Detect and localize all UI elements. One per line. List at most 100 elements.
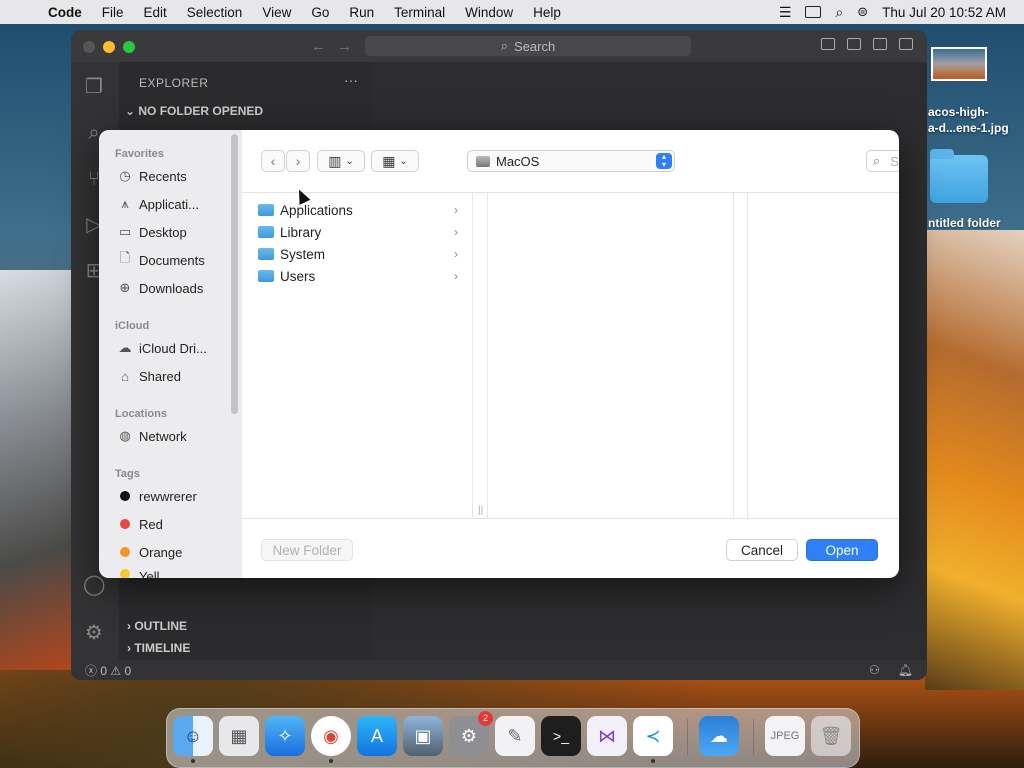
window-minimize-button[interactable]	[103, 41, 115, 53]
toggle-secondary-sidebar-icon[interactable]	[873, 38, 887, 50]
folder-label: Library	[280, 224, 322, 240]
folder-row-users[interactable]: Users ›	[258, 265, 458, 287]
sidebar-tag-orange[interactable]: Orange	[117, 541, 229, 563]
desktop-folder-label[interactable]: ntitled folder	[928, 216, 1001, 230]
folder-row-library[interactable]: Library ›	[258, 221, 458, 243]
menu-app-name[interactable]: Code	[38, 5, 92, 20]
search-icon: ⌕	[500, 38, 509, 53]
toggle-panel-icon[interactable]	[847, 38, 861, 50]
warning-icon: ⚠	[110, 663, 122, 678]
folder-row-applications[interactable]: Applications ›	[258, 199, 458, 221]
preview-icon[interactable]: ▣	[403, 716, 443, 756]
chevron-down-icon: ⌄	[345, 155, 354, 167]
chevron-right-icon: ›	[454, 247, 458, 261]
sidebar-item-label: Yell...	[139, 569, 171, 578]
menu-terminal[interactable]: Terminal	[384, 5, 455, 20]
no-folder-section[interactable]: ⌄ NO FOLDER OPENED	[125, 104, 263, 118]
menubar-clock[interactable]: Thu Jul 20 10:52 AM	[882, 5, 1006, 20]
sidebar-toggle-icon[interactable]: ☰	[779, 4, 792, 21]
menu-window[interactable]: Window	[455, 5, 523, 20]
visual-studio-icon[interactable]: ⋈	[587, 716, 627, 756]
running-indicator	[651, 759, 655, 763]
safari-icon[interactable]: ✧	[265, 716, 305, 756]
weather-icon[interactable]: ☁︎	[699, 716, 739, 756]
explorer-more-icon[interactable]: ···	[344, 72, 358, 88]
sidebar-item-applications[interactable]: ⩚ Applicati...	[117, 193, 229, 215]
sidebar-item-icloud-drive[interactable]: ☁︎ iCloud Dri...	[117, 337, 229, 359]
menu-go[interactable]: Go	[301, 5, 339, 20]
jpeg-document-icon[interactable]: JPEG	[765, 716, 805, 756]
system-settings-icon[interactable]: ⚙ 2	[449, 711, 493, 756]
location-label: MacOS	[496, 153, 540, 169]
dialog-search-input[interactable]	[888, 152, 899, 170]
outline-section[interactable]: › OUTLINE	[127, 619, 187, 633]
chevron-left-icon: ‹	[270, 153, 276, 169]
folder-label: System	[280, 246, 326, 262]
location-popup[interactable]: MacOS ▴ ▾	[467, 150, 675, 172]
menu-run[interactable]: Run	[339, 5, 384, 20]
trash-icon[interactable]: 🗑︎	[811, 716, 851, 756]
toggle-primary-sidebar-icon[interactable]	[821, 38, 835, 50]
spotlight-search-icon[interactable]: ⌕	[835, 4, 843, 21]
folder-icon	[258, 226, 274, 238]
cancel-button[interactable]: Cancel	[726, 539, 798, 561]
app-store-icon[interactable]: A	[357, 716, 397, 756]
vscode-dock-icon[interactable]: ≺	[633, 716, 673, 756]
sidebar-tag-red[interactable]: Red	[117, 513, 229, 535]
sidebar-tag-yellow[interactable]: Yell...	[117, 569, 229, 578]
desktop-image-file-label[interactable]: acos-high- a-d...ene-1.jpg	[928, 104, 1009, 136]
account-status-icon[interactable]: ⚇	[869, 663, 880, 677]
dock-separator	[753, 719, 754, 755]
terminal-icon[interactable]: >_	[541, 716, 581, 756]
window-zoom-button[interactable]	[123, 41, 135, 53]
status-bar: ⓧ 0 ⚠ 0 ⚇ 🔔︎	[71, 660, 927, 680]
desktop-image-file-icon[interactable]	[931, 47, 987, 81]
new-folder-button[interactable]: New Folder	[261, 539, 353, 561]
chrome-icon[interactable]: ◉	[311, 716, 351, 756]
nav-back-button[interactable]: ‹	[261, 150, 285, 172]
sidebar-item-documents[interactable]: 🗋︎ Documents	[117, 249, 229, 271]
launchpad-icon[interactable]: ▦	[219, 716, 259, 756]
folder-icon	[258, 204, 274, 216]
customize-layout-icon[interactable]	[899, 38, 913, 50]
sidebar-item-label: Orange	[139, 544, 183, 560]
finder-icon[interactable]: ☺	[173, 716, 213, 756]
menu-file[interactable]: File	[92, 5, 134, 20]
manage-gear-icon[interactable]: ⚙	[83, 622, 105, 644]
open-button[interactable]: Open	[806, 539, 878, 561]
control-center-icon[interactable]: ⊜	[857, 4, 868, 20]
screen-mirroring-icon[interactable]	[805, 6, 822, 18]
desktop-icon: ▭	[118, 224, 132, 239]
menu-help[interactable]: Help	[523, 5, 571, 20]
column-resize-handle-icon[interactable]: ||	[478, 505, 483, 516]
forward-arrow-icon[interactable]: →	[337, 38, 352, 55]
timeline-section[interactable]: › TIMELINE	[127, 641, 190, 655]
back-arrow-icon[interactable]: ←	[311, 38, 326, 55]
nav-forward-button[interactable]: ›	[286, 150, 310, 172]
warning-count: 0	[124, 663, 132, 678]
command-center-search[interactable]: ⌕ Search	[365, 36, 691, 56]
textedit-icon[interactable]: ✎	[495, 716, 535, 756]
sidebar-item-desktop[interactable]: ▭ Desktop	[117, 221, 229, 243]
sidebar-tag-rewwrerer[interactable]: rewwrerer	[117, 485, 229, 507]
sidebar-item-network[interactable]: ◍ Network	[117, 425, 229, 447]
problems-status[interactable]: ⓧ 0 ⚠ 0	[85, 662, 131, 679]
explorer-files-icon[interactable]: ❐	[83, 76, 105, 98]
outline-label: OUTLINE	[134, 619, 188, 633]
dialog-search-field[interactable]: ⌕	[866, 150, 899, 172]
sidebar-scrollbar[interactable]	[231, 134, 238, 414]
sidebar-item-downloads[interactable]: ⊕ Downloads	[117, 277, 229, 299]
sidebar-item-recents[interactable]: ◷ Recents	[117, 165, 229, 187]
notifications-bell-icon[interactable]: 🔔︎	[898, 663, 913, 677]
window-close-button[interactable]	[83, 41, 95, 53]
folder-row-system[interactable]: System ›	[258, 243, 458, 265]
view-mode-button[interactable]: ▥ ⌄	[317, 150, 365, 172]
sidebar-item-shared[interactable]: ⌂ Shared	[117, 365, 229, 387]
desktop-folder-icon[interactable]	[930, 149, 988, 203]
search-icon: ⌕	[873, 153, 881, 168]
sidebar-item-label: Recents	[139, 168, 187, 184]
menu-selection[interactable]: Selection	[177, 5, 253, 20]
menu-edit[interactable]: Edit	[134, 5, 177, 20]
group-by-button[interactable]: ▦ ⌄	[371, 150, 419, 172]
menu-view[interactable]: View	[252, 5, 301, 20]
